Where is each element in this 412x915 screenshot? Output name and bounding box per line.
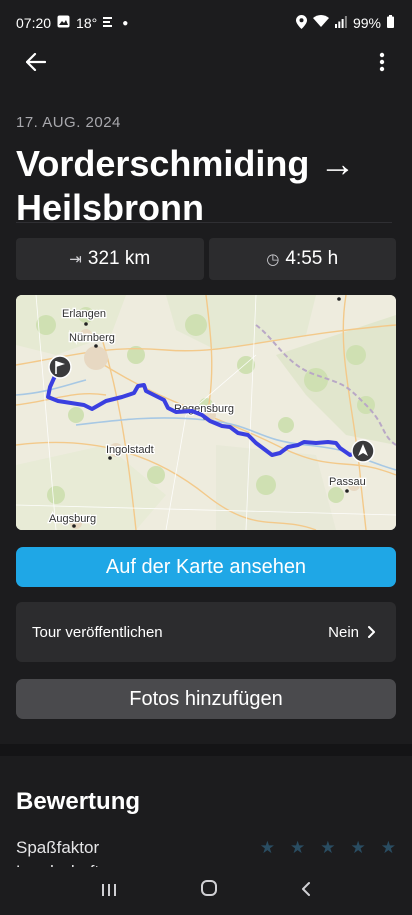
clock: 07:20 bbox=[16, 15, 52, 31]
app-bar bbox=[0, 38, 412, 86]
section-divider bbox=[0, 744, 412, 756]
chevron-right-icon bbox=[368, 626, 375, 638]
map-label-augsburg: Augsburg bbox=[49, 513, 96, 525]
system-back-button[interactable] bbox=[301, 880, 311, 903]
fun-rating-row: Spaßfaktor ★ ★ ★ ★ ★ bbox=[16, 836, 396, 860]
home-button[interactable] bbox=[200, 879, 218, 903]
distance-icon: ⇥ bbox=[69, 251, 82, 268]
tour-date: 17. AUG. 2024 bbox=[16, 114, 121, 131]
duration-value: 4:55 h bbox=[285, 248, 339, 269]
chevron-left-icon bbox=[301, 881, 310, 896]
fun-rating-label: Spaßfaktor bbox=[16, 838, 100, 857]
distance-value: 321 km bbox=[87, 248, 151, 269]
battery-icon bbox=[387, 15, 394, 31]
star-icon[interactable]: ★ bbox=[290, 838, 305, 858]
battery-level: 99% bbox=[352, 15, 381, 31]
finish-flag-marker bbox=[48, 355, 72, 379]
tour-stats: ⇥ 321 km ◷ 4:55 h bbox=[16, 238, 396, 280]
rating-title: Bewertung bbox=[16, 788, 141, 815]
star-icon[interactable]: ★ bbox=[260, 838, 275, 858]
location-icon bbox=[295, 14, 307, 32]
view-on-map-button[interactable]: Auf der Karte ansehen bbox=[16, 547, 396, 587]
add-photos-button[interactable]: Fotos hinzufügen bbox=[16, 679, 396, 719]
map-label-passau: Passau bbox=[329, 476, 366, 488]
publish-tour-value: Nein bbox=[328, 623, 359, 641]
distance-stat: ⇥ 321 km bbox=[16, 238, 204, 280]
map-label-erlangen: Erlangen bbox=[62, 308, 106, 320]
tour-title: Vorderschmiding → Heilsbronn bbox=[16, 143, 356, 228]
recent-apps-button[interactable] bbox=[101, 880, 117, 903]
more-options-button[interactable] bbox=[366, 46, 398, 78]
title-divider bbox=[16, 222, 392, 223]
list-icon bbox=[103, 15, 116, 31]
route-map[interactable]: Erlangen Nürnberg Regensburg Ingolstadt … bbox=[16, 295, 396, 530]
publish-tour-label: Tour veröffentlichen bbox=[32, 623, 163, 641]
arrow-left-icon bbox=[26, 53, 46, 71]
dot-icon: ● bbox=[122, 17, 129, 29]
star-icon[interactable]: ★ bbox=[320, 838, 335, 858]
clock-icon: ◷ bbox=[266, 251, 280, 268]
publish-tour-row[interactable]: Tour veröffentlichen Nein bbox=[16, 602, 396, 662]
map-canvas: Erlangen Nürnberg Regensburg Ingolstadt … bbox=[16, 295, 396, 530]
home-icon bbox=[200, 880, 217, 896]
back-button[interactable] bbox=[20, 46, 52, 78]
wifi-icon bbox=[312, 15, 329, 31]
recent-apps-icon bbox=[102, 883, 117, 896]
start-marker bbox=[351, 439, 375, 463]
system-nav-bar bbox=[0, 867, 412, 915]
map-label-nuernberg: Nürnberg bbox=[69, 332, 115, 344]
publish-tour-value-group: Nein bbox=[328, 624, 376, 641]
signal-icon bbox=[334, 15, 347, 31]
map-label-ingolstadt: Ingolstadt bbox=[106, 444, 154, 456]
star-icon[interactable]: ★ bbox=[351, 838, 366, 858]
temperature-badge: 18° bbox=[76, 15, 98, 31]
fun-rating-stars[interactable]: ★ ★ ★ ★ ★ bbox=[260, 838, 396, 858]
duration-stat: ◷ 4:55 h bbox=[208, 238, 396, 280]
more-vertical-icon bbox=[379, 52, 385, 72]
image-icon bbox=[57, 15, 70, 31]
star-icon[interactable]: ★ bbox=[381, 838, 396, 858]
